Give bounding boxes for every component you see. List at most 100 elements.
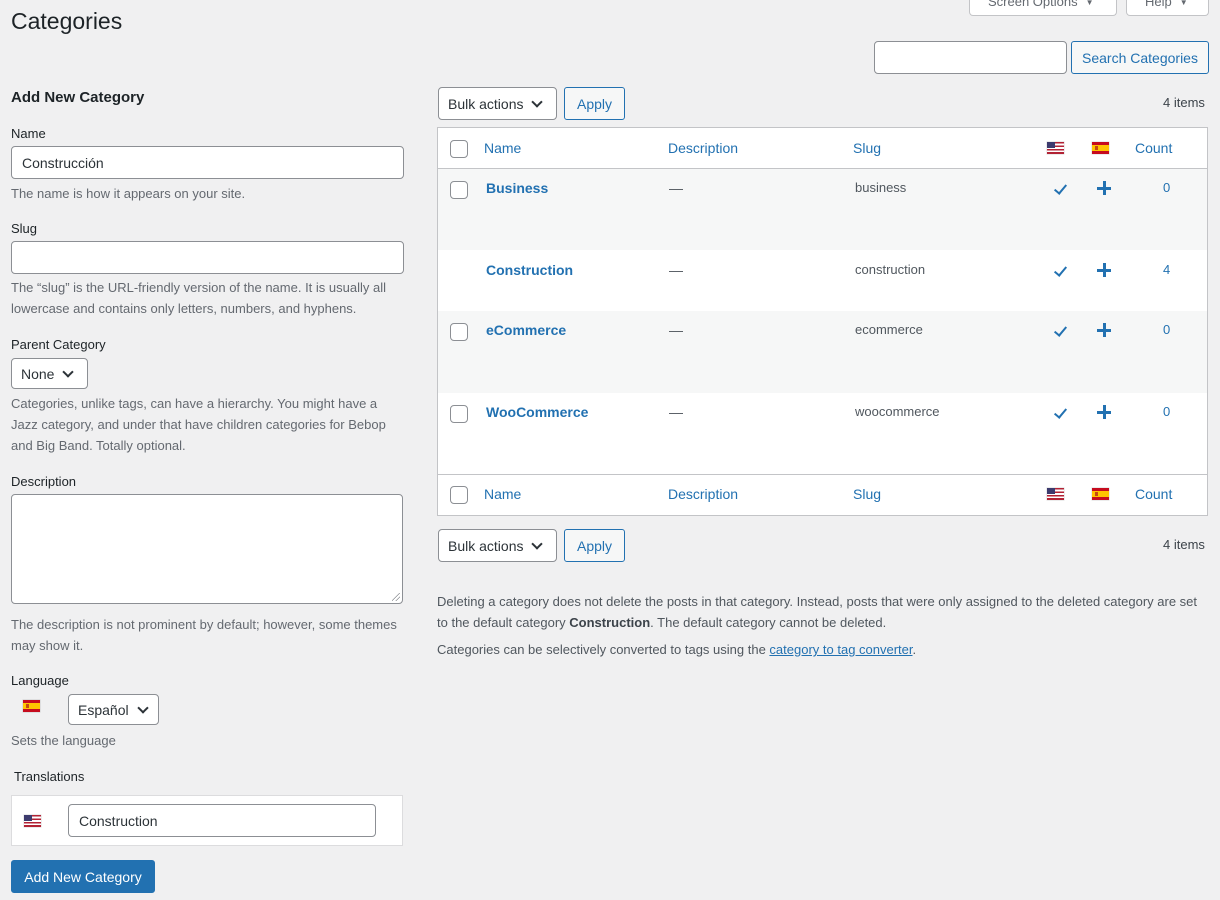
chevron-down-icon bbox=[136, 701, 149, 714]
checkmark-icon[interactable] bbox=[1053, 323, 1068, 337]
row-checkbox[interactable] bbox=[450, 405, 468, 423]
page-title: Categories bbox=[11, 8, 123, 34]
category-name-link[interactable]: Construction bbox=[486, 262, 573, 278]
language-help-text: Sets the language bbox=[11, 733, 116, 748]
parent-category-select[interactable]: None bbox=[11, 358, 88, 389]
bulk-actions-select-top[interactable]: Bulk actions bbox=[438, 87, 557, 120]
caret-down-icon: ▼ bbox=[1179, 0, 1188, 7]
delete-category-note: Deleting a category does not delete the … bbox=[437, 591, 1197, 633]
screen-options-label: Screen Options bbox=[988, 0, 1078, 9]
category-count[interactable]: 4 bbox=[1163, 262, 1170, 277]
language-select[interactable]: Español bbox=[68, 694, 159, 725]
table-header: Name Description Slug Count bbox=[438, 128, 1207, 169]
column-count[interactable]: Count bbox=[1135, 486, 1172, 502]
translations-label: Translations bbox=[14, 769, 85, 784]
name-help-text: The name is how it appears on your site. bbox=[11, 186, 246, 201]
slug-label: Slug bbox=[11, 221, 38, 236]
search-input[interactable] bbox=[874, 41, 1067, 74]
spain-flag-icon bbox=[1092, 488, 1109, 500]
us-flag-icon bbox=[1047, 142, 1064, 154]
description-label: Description bbox=[11, 474, 77, 489]
chevron-down-icon bbox=[62, 365, 75, 378]
category-count[interactable]: 0 bbox=[1163, 322, 1170, 337]
category-slug: ecommerce bbox=[855, 322, 923, 337]
plus-icon[interactable] bbox=[1097, 181, 1111, 195]
category-name-link[interactable]: Business bbox=[486, 180, 548, 196]
checkmark-icon[interactable] bbox=[1053, 263, 1068, 277]
column-name[interactable]: Name bbox=[484, 486, 521, 502]
screen-options-tab[interactable]: Screen Options ▼ bbox=[969, 0, 1117, 16]
help-tab[interactable]: Help ▼ bbox=[1126, 0, 1209, 16]
name-label: Name bbox=[11, 126, 46, 141]
parent-category-value: None bbox=[21, 365, 55, 382]
convert-note-text: Categories can be selectively converted … bbox=[437, 642, 770, 657]
category-slug: woocommerce bbox=[855, 404, 940, 419]
add-category-heading: Add New Category bbox=[11, 89, 145, 106]
category-description: — bbox=[669, 180, 683, 196]
resize-grip-icon[interactable] bbox=[392, 593, 400, 601]
help-label: Help bbox=[1145, 0, 1172, 9]
bulk-actions-select-bottom[interactable]: Bulk actions bbox=[438, 529, 557, 562]
items-count-top: 4 items bbox=[1163, 95, 1205, 110]
chevron-down-icon bbox=[531, 95, 544, 108]
bulk-actions-label: Bulk actions bbox=[448, 537, 524, 554]
table-row: Business — business 0 bbox=[438, 169, 1207, 250]
category-description: — bbox=[669, 322, 683, 338]
column-count[interactable]: Count bbox=[1135, 140, 1172, 156]
column-slug[interactable]: Slug bbox=[853, 140, 881, 156]
description-help-text: The description is not prominent by defa… bbox=[11, 617, 397, 653]
category-slug: construction bbox=[855, 262, 926, 277]
description-textarea[interactable] bbox=[11, 494, 403, 604]
table-row: Construction — construction 4 bbox=[438, 250, 1207, 311]
table-row: WooCommerce — woocommerce 0 bbox=[438, 393, 1207, 475]
items-count-bottom: 4 items bbox=[1163, 537, 1205, 552]
category-name-link[interactable]: eCommerce bbox=[486, 322, 566, 338]
column-name[interactable]: Name bbox=[484, 140, 521, 156]
convert-note: Categories can be selectively converted … bbox=[437, 639, 1197, 660]
delete-note-text-end: . The default category cannot be deleted… bbox=[650, 615, 887, 630]
table-footer: Name Description Slug Count bbox=[438, 474, 1207, 515]
category-description: — bbox=[669, 404, 683, 420]
plus-icon[interactable] bbox=[1097, 405, 1111, 419]
spain-flag-icon bbox=[1092, 142, 1109, 154]
add-new-category-button[interactable]: Add New Category bbox=[11, 860, 155, 893]
language-value: Español bbox=[78, 701, 129, 718]
name-field[interactable]: Construcción bbox=[11, 146, 404, 179]
us-flag-icon bbox=[1047, 488, 1064, 500]
plus-icon[interactable] bbox=[1097, 263, 1111, 277]
language-label: Language bbox=[11, 673, 69, 688]
column-description[interactable]: Description bbox=[668, 486, 738, 502]
translations-box: Construction bbox=[11, 795, 403, 846]
bulk-actions-label: Bulk actions bbox=[448, 95, 524, 112]
default-category-name: Construction bbox=[569, 615, 651, 630]
category-description: — bbox=[669, 262, 683, 278]
convert-note-end: . bbox=[912, 642, 917, 657]
spain-flag-icon bbox=[23, 700, 40, 712]
row-checkbox[interactable] bbox=[450, 181, 468, 199]
parent-category-help-text: Categories, unlike tags, can have a hier… bbox=[11, 396, 386, 453]
apply-button-bottom[interactable]: Apply bbox=[564, 529, 625, 562]
table-row: eCommerce — ecommerce 0 bbox=[438, 311, 1207, 393]
column-description[interactable]: Description bbox=[668, 140, 738, 156]
select-all-checkbox[interactable] bbox=[450, 486, 468, 504]
search-categories-button[interactable]: Search Categories bbox=[1071, 41, 1209, 74]
caret-down-icon: ▼ bbox=[1085, 0, 1094, 7]
category-count[interactable]: 0 bbox=[1163, 404, 1170, 419]
category-to-tag-converter-link[interactable]: category to tag converter bbox=[769, 642, 912, 657]
slug-help-text: The “slug” is the URL-friendly version o… bbox=[11, 280, 386, 316]
row-checkbox[interactable] bbox=[450, 323, 468, 341]
select-all-checkbox[interactable] bbox=[450, 140, 468, 158]
translation-en-field[interactable]: Construction bbox=[68, 804, 376, 837]
checkmark-icon[interactable] bbox=[1053, 405, 1068, 419]
categories-table: Name Description Slug Count Business — b… bbox=[437, 127, 1208, 516]
slug-field[interactable] bbox=[11, 241, 404, 274]
category-slug: business bbox=[855, 180, 907, 195]
checkmark-icon[interactable] bbox=[1053, 181, 1068, 195]
us-flag-icon bbox=[24, 815, 41, 827]
column-slug[interactable]: Slug bbox=[853, 486, 881, 502]
apply-button-top[interactable]: Apply bbox=[564, 87, 625, 120]
category-count[interactable]: 0 bbox=[1163, 180, 1170, 195]
parent-category-label: Parent Category bbox=[11, 337, 106, 352]
category-name-link[interactable]: WooCommerce bbox=[486, 404, 588, 420]
plus-icon[interactable] bbox=[1097, 323, 1111, 337]
